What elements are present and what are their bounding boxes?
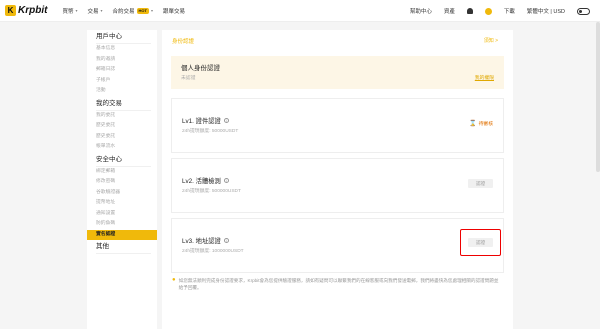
lv1-title: Lv1. 證件認證 (182, 118, 221, 125)
lv1-limit: 24h提現額度: 50000USDT (182, 129, 239, 134)
my-permissions-link[interactable]: 我的權限 (475, 74, 494, 81)
sidebar-item-statements[interactable]: 帳單流水 (96, 142, 157, 153)
sidebar-section-other: 其他 (87, 240, 157, 254)
main-menu: 買幣 ▾ 交易 ▾ 合約交易 HOT ▾ 跟單交易 (62, 7, 195, 15)
sidebar-section-my-trades: 我的交易 我的委託 歷史委託 歷史委託 帳單流水 (87, 97, 157, 153)
sidebar-section-title: 其他 (96, 240, 151, 254)
chevron-down-icon: ▾ (150, 8, 153, 13)
sidebar-item-order-history[interactable]: 歷史委託 (96, 121, 157, 132)
lv3-card: Lv3. 地址認證 i 24h提現額度: 1000000USDT 認證 (171, 218, 504, 273)
user-icon[interactable] (484, 7, 492, 15)
lv1-card: Lv1. 證件認證 i 24h提現額度: 50000USDT ⌛ 待審核 (171, 98, 504, 153)
logo-mark: K (5, 5, 16, 16)
lv1-title-row: Lv1. 證件認證 i (182, 116, 229, 125)
sidebar-section-title: 我的交易 (96, 97, 151, 111)
sidebar-item-withdraw-address[interactable]: 提幣地址 (96, 198, 157, 209)
sidebar: 用戶中心 基本信息 我的邀請 郵箱日誌 子帳戶 活動 我的交易 我的委託 歷史委… (87, 30, 157, 329)
download-link[interactable]: 下載 (504, 7, 515, 15)
main-panel: 身份認證 須知 > 個人身份認證 未認證 我的權限 Lv1. 證件認證 i 24… (162, 30, 513, 329)
top-nav: K Krpbit 買幣 ▾ 交易 ▾ 合約交易 HOT ▾ 跟單交易 幫助中心 … (0, 0, 600, 22)
sidebar-item-change-password[interactable]: 修改密碼 (96, 177, 157, 188)
lv1-status: ⌛ 待審核 (469, 120, 493, 127)
sidebar-item-email-log[interactable]: 郵箱日誌 (96, 65, 157, 76)
page-title: 身份認證 (172, 39, 195, 45)
sidebar-item-notifications[interactable]: 通知設置 (96, 209, 157, 220)
sidebar-section-title: 安全中心 (96, 153, 151, 167)
nav-buy-crypto[interactable]: 買幣 ▾ (62, 7, 77, 15)
lv1-status-text: 待審核 (478, 122, 493, 127)
nav-label: 交易 (87, 8, 99, 15)
sidebar-section-user-center: 用戶中心 基本信息 我的邀請 郵箱日誌 子帳戶 活動 (87, 30, 157, 97)
sidebar-item-invites[interactable]: 我的邀請 (96, 55, 157, 66)
sidebar-item-events[interactable]: 活動 (96, 86, 157, 97)
pending-icon: ⌛ (469, 121, 477, 127)
personal-verification-status: 未認證 (181, 76, 196, 81)
nav-futures[interactable]: 合約交易 HOT ▾ (113, 7, 153, 15)
nav-right: 幫助中心 資產 下載 繁體中文 | USD (398, 0, 590, 22)
page-scrollbar[interactable] (596, 22, 600, 329)
sidebar-item-google-auth[interactable]: 谷歌驗證器 (96, 188, 157, 199)
notice-body: 如您無法順利完成身份認證要求，Krpbit會為您提供驗證服務，請如有疑問可以聯繫… (178, 278, 499, 290)
lv2-title: Lv2. 活體檢測 (182, 178, 221, 185)
chevron-down-icon: ▾ (100, 8, 103, 13)
info-icon[interactable]: i (223, 118, 229, 123)
lv2-limit: 24h提現額度: 500000USDT (182, 189, 241, 194)
sidebar-item-bind-email[interactable]: 綁定郵箱 (96, 167, 157, 178)
nav-label: 跟單交易 (163, 8, 186, 15)
chevron-down-icon: ▾ (75, 8, 78, 13)
sidebar-item-anti-phishing[interactable]: 防釣魚碼 (96, 219, 157, 230)
notice-text: ● 如您無法順利完成身份認證要求，Krpbit會為您提供驗證服務，請如有疑問可以… (172, 277, 502, 291)
logo-text: Krpbit (18, 5, 48, 16)
sidebar-item-basic-info[interactable]: 基本信息 (96, 44, 157, 55)
logo[interactable]: K Krpbit (5, 5, 47, 16)
lv3-title-row: Lv3. 地址認證 i (182, 236, 229, 245)
help-center-link[interactable]: 幫助中心 (410, 7, 432, 15)
nav-label: 合約交易 (112, 8, 135, 15)
sidebar-section-title: 用戶中心 (96, 30, 151, 44)
bell-icon[interactable] (466, 8, 473, 14)
sidebar-item-kyc[interactable]: 實名認證 (87, 229, 157, 240)
lv2-title-row: Lv2. 活體檢測 i (182, 176, 229, 185)
location-pin-icon: ● (172, 277, 176, 283)
lv3-limit: 24h提現額度: 1000000USDT (182, 249, 244, 254)
lv2-verify-button[interactable]: 認證 (468, 179, 493, 188)
info-icon[interactable]: i (223, 178, 229, 183)
personal-verification-title: 個人身份認證 (181, 65, 220, 72)
personal-verification-card: 個人身份認證 未認證 我的權限 (171, 56, 504, 89)
scroll-thumb[interactable] (596, 22, 600, 172)
sidebar-item-sub-account[interactable]: 子帳戶 (96, 76, 157, 87)
sidebar-item-my-orders[interactable]: 我的委託 (96, 111, 157, 122)
sidebar-section-security: 安全中心 綁定郵箱 修改密碼 谷歌驗證器 提幣地址 通知設置 防釣魚碼 實名認證 (87, 153, 157, 240)
hot-badge: HOT (136, 7, 149, 14)
sidebar-item-order-history-2[interactable]: 歷史委託 (96, 132, 157, 143)
nav-label: 買幣 (62, 8, 74, 15)
language-currency-selector[interactable]: 繁體中文 | USD (527, 7, 565, 15)
notice-link[interactable]: 須知 > (484, 37, 498, 44)
highlight-box (460, 229, 501, 256)
nav-trade[interactable]: 交易 ▾ (87, 7, 102, 15)
lv2-card: Lv2. 活體檢測 i 24h提現額度: 500000USDT 認證 (171, 158, 504, 213)
nav-copy-trading[interactable]: 跟單交易 (163, 7, 185, 15)
assets-link[interactable]: 資產 (444, 7, 455, 15)
info-icon[interactable]: i (223, 238, 229, 243)
lv3-title: Lv3. 地址認證 (182, 238, 221, 245)
theme-toggle[interactable] (577, 7, 590, 15)
